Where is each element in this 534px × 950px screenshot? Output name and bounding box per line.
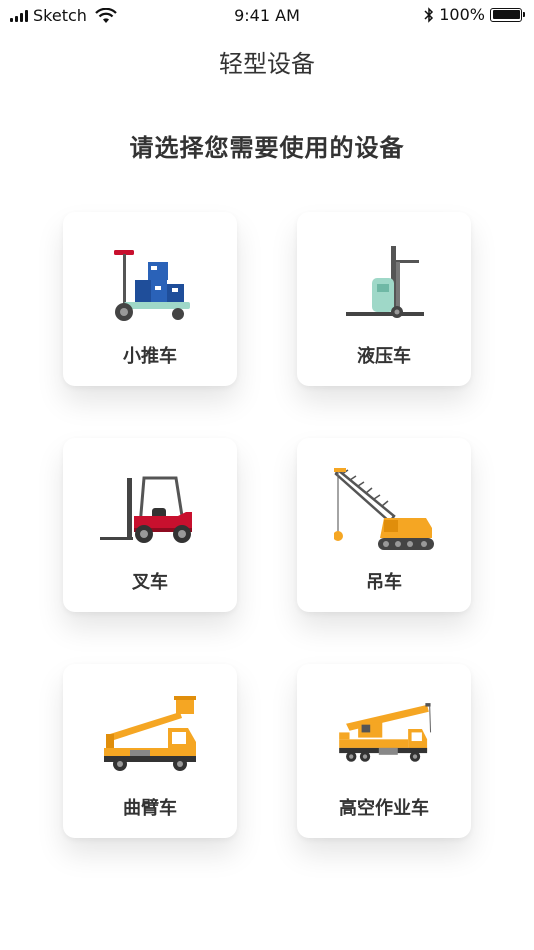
equipment-label: 高空作业车 xyxy=(339,798,429,819)
equipment-label: 液压车 xyxy=(357,346,411,367)
selection-prompt: 请选择您需要使用的设备 xyxy=(129,134,405,162)
equipment-label: 吊车 xyxy=(366,572,402,593)
equipment-card-aerial-work-truck[interactable]: 高空作业车 xyxy=(297,664,471,838)
equipment-label: 小推车 xyxy=(123,346,177,367)
equipment-card-hydraulic-pallet-truck[interactable]: 液压车 xyxy=(297,212,471,386)
page-title: 轻型设备 xyxy=(219,50,315,78)
equipment-card-boom-lift-truck[interactable]: 曲臂车 xyxy=(63,664,237,838)
boom-lift-truck-icon xyxy=(104,696,196,771)
aerial-work-truck-icon xyxy=(339,703,432,762)
equipment-card-hand-cart[interactable]: 小推车 xyxy=(63,212,237,386)
battery-icon xyxy=(490,7,525,22)
equipment-card-forklift[interactable]: 叉车 xyxy=(63,438,237,612)
hydraulic-pallet-truck-icon xyxy=(346,246,424,318)
bluetooth-icon xyxy=(424,6,434,23)
equipment-label: 叉车 xyxy=(132,572,168,593)
equipment-label: 曲臂车 xyxy=(123,798,177,819)
forklift-icon xyxy=(100,476,192,543)
hand-cart-icon xyxy=(114,250,190,321)
equipment-card-crawler-crane[interactable]: 吊车 xyxy=(297,438,471,612)
status-right: 100% xyxy=(424,5,525,24)
crawler-crane-icon xyxy=(334,468,434,550)
battery-percent: 100% xyxy=(439,5,485,24)
status-bar: Sketch 9:41 AM 100% xyxy=(0,0,534,34)
